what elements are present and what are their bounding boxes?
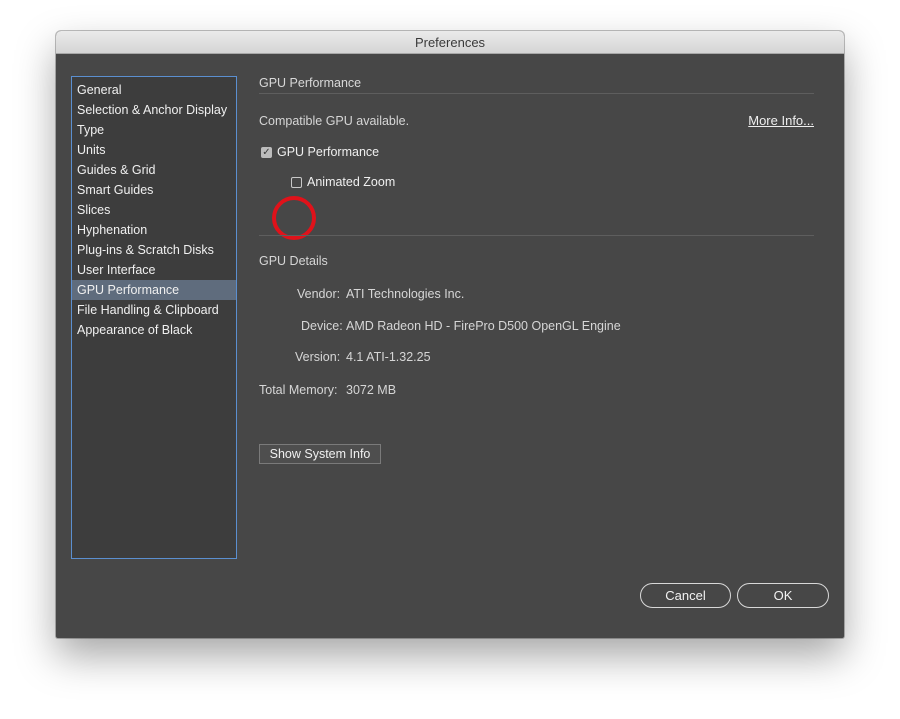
animated-zoom-checkbox[interactable] [291, 177, 302, 188]
sidebar-item-general[interactable]: General [72, 80, 236, 100]
annotation-circle [272, 196, 316, 240]
sidebar-item-smart-guides[interactable]: Smart Guides [72, 180, 236, 200]
title-bar[interactable]: Preferences [56, 31, 844, 54]
more-info-link[interactable]: More Info... [748, 113, 814, 128]
sidebar-item-slices[interactable]: Slices [72, 200, 236, 220]
total-memory-value: 3072 MB [346, 383, 397, 397]
device-label: Device: [301, 319, 343, 333]
sidebar-item-hyphenation[interactable]: Hyphenation [72, 220, 236, 240]
preferences-dialog: Preferences General Selection & Anchor D… [56, 31, 844, 638]
gpu-performance-checkbox-label: GPU Performance [277, 145, 380, 159]
gpu-performance-pane: GPU Performance Compatible GPU available… [259, 76, 814, 464]
vendor-value: ATI Technologies Inc. [346, 287, 465, 301]
sidebar-item-units[interactable]: Units [72, 140, 236, 160]
gpu-status-text: Compatible GPU available. [259, 114, 410, 128]
gpu-details-heading: GPU Details [259, 254, 328, 268]
gpu-performance-checkbox[interactable]: ✓ [261, 147, 272, 158]
sidebar-item-appearance-of-black[interactable]: Appearance of Black [72, 320, 236, 340]
sidebar-item-type[interactable]: Type [72, 120, 236, 140]
vendor-label: Vendor: [297, 287, 341, 301]
preferences-category-list[interactable]: General Selection & Anchor Display Type … [71, 76, 237, 559]
device-value: AMD Radeon HD - FirePro D500 OpenGL Engi… [346, 319, 621, 333]
sidebar-item-user-interface[interactable]: User Interface [72, 260, 236, 280]
show-system-info-button[interactable]: Show System Info [259, 444, 381, 464]
version-label: Version: [295, 350, 341, 364]
version-value: 4.1 ATI-1.32.25 [346, 350, 431, 364]
ok-button[interactable]: OK [737, 583, 829, 608]
gpu-performance-heading: GPU Performance [259, 76, 814, 94]
sidebar-item-gpu-performance[interactable]: GPU Performance [72, 280, 236, 300]
sidebar-item-plugins-scratch-disks[interactable]: Plug-ins & Scratch Disks [72, 240, 236, 260]
cancel-button[interactable]: Cancel [640, 583, 731, 608]
sidebar-item-guides-grid[interactable]: Guides & Grid [72, 160, 236, 180]
animated-zoom-checkbox-label: Animated Zoom [307, 175, 396, 189]
sidebar-item-file-handling-clipboard[interactable]: File Handling & Clipboard [72, 300, 236, 320]
total-memory-label: Total Memory: [259, 383, 338, 397]
window-title: Preferences [414, 35, 486, 50]
sidebar-item-selection-anchor-display[interactable]: Selection & Anchor Display [72, 100, 236, 120]
section-divider [259, 235, 814, 236]
